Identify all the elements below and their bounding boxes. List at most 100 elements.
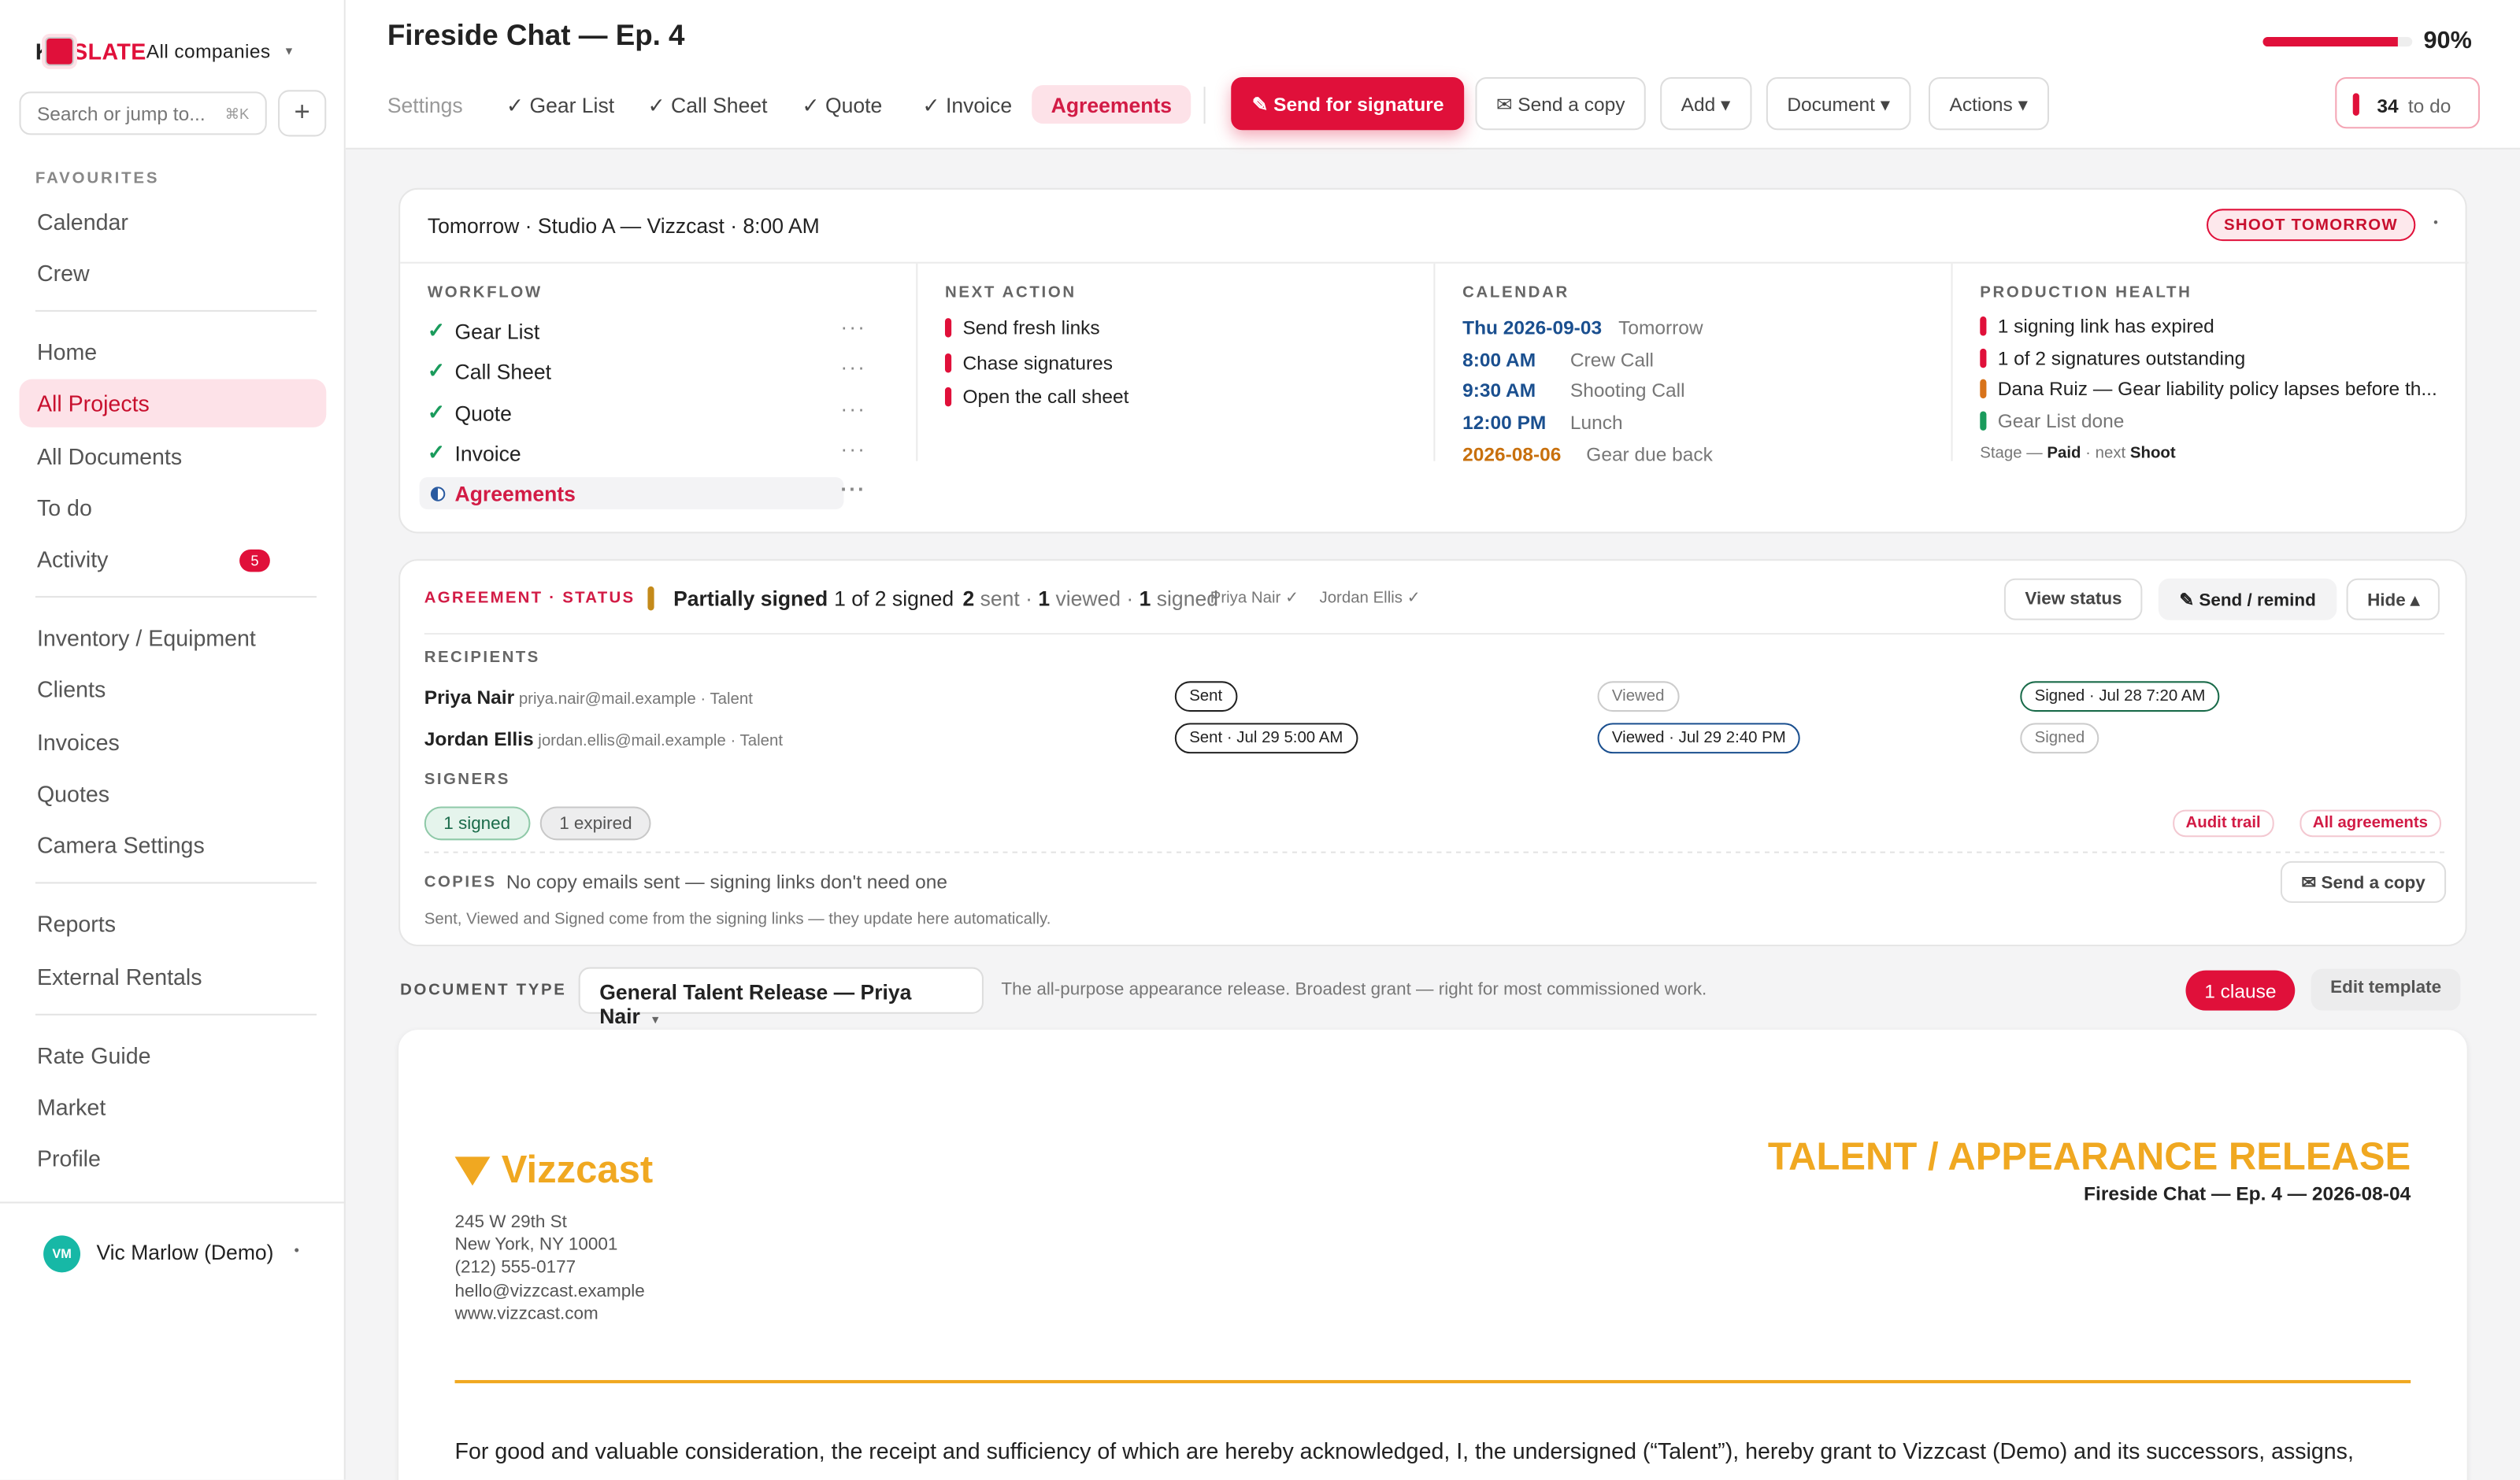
brand[interactable]: KITSLATE All companies ▼ xyxy=(35,36,295,66)
overview-card: Tomorrow · Studio A — Vizzcast · 8:00 AM… xyxy=(398,187,2469,534)
calendar-row: Thu 2026-09-03 Tomorrow xyxy=(1462,316,1703,339)
calendar-row: 8:00 AM Crew Call xyxy=(1462,349,1654,372)
sidebar-item-home[interactable]: Home xyxy=(19,327,326,376)
tab-quote[interactable]: ✓ Quote xyxy=(802,85,882,124)
logo-text: Vizzcast xyxy=(501,1149,654,1193)
next-action-item[interactable]: Open the call sheet xyxy=(944,386,1128,408)
divider xyxy=(424,633,2445,635)
sidebar-item-activity[interactable]: Activity 5 xyxy=(19,535,326,583)
workflow-item-gear-list[interactable]: ✓ Gear List ··· xyxy=(420,315,865,347)
divider xyxy=(35,1013,317,1016)
workflow-item-invoice[interactable]: ✓ Invoice ··· xyxy=(420,437,865,469)
more-icon[interactable]: ··· xyxy=(840,437,866,461)
audit-trail-link[interactable]: Audit trail xyxy=(2173,809,2274,838)
tab-gear-list[interactable]: ✓ Gear List xyxy=(506,85,614,124)
plus-icon[interactable]: + xyxy=(278,90,327,137)
calendar-time: 9:30 AM xyxy=(1462,379,1536,402)
marker-icon xyxy=(944,353,952,373)
calendar-label: Shooting Call xyxy=(1569,379,1685,402)
favourites-heading: FAVOURITES xyxy=(35,170,160,188)
sidebar-item-all-documents[interactable]: All Documents xyxy=(19,432,326,480)
chevron-down-icon[interactable]: ▼ xyxy=(284,46,295,57)
stage-next: Shoot xyxy=(2129,445,2176,463)
document-type-select[interactable]: General Talent Release — Priya Nair ▼ xyxy=(578,967,984,1028)
all-agreements-link[interactable]: All agreements xyxy=(2300,809,2441,838)
sidebar-item-profile[interactable]: Profile xyxy=(19,1134,326,1182)
status-badge[interactable]: SHOOT TOMORROW xyxy=(2206,209,2416,242)
activity-badge: 5 xyxy=(239,549,270,572)
agreement-heading: AGREEMENT · STATUS xyxy=(424,589,636,608)
send-remind-button[interactable]: ✎ Send / remind xyxy=(2158,578,2337,620)
todo-count: 34 xyxy=(2377,94,2399,117)
chevron-down-icon[interactable]: • xyxy=(2433,215,2438,229)
sidebar-item-all-projects[interactable]: All Projects xyxy=(19,379,327,427)
user-menu[interactable]: VM Vic Marlow (Demo) • xyxy=(0,1201,346,1298)
signed-pill[interactable]: 1 signed xyxy=(424,806,530,841)
header: Fireside Chat — Ep. 4 90% Settings ✓ Gea… xyxy=(345,0,2520,150)
address-website: www.vizzcast.com xyxy=(454,1304,598,1324)
more-icon[interactable]: ··· xyxy=(840,315,866,339)
sidebar-item-calendar[interactable]: Calendar xyxy=(19,198,326,246)
tab-invoice[interactable]: ✓ Invoice xyxy=(922,85,1012,124)
workflow-label: Gear List xyxy=(454,320,540,344)
company-switcher[interactable]: All companies xyxy=(146,40,271,63)
progress-bar xyxy=(2262,36,2413,47)
calendar-column: CALENDAR Thu 2026-09-03 Tomorrow 8:00 AM C… xyxy=(1435,263,1953,466)
actions-button[interactable]: Actions ▾ xyxy=(1928,76,2049,131)
next-action-item[interactable]: Send fresh links xyxy=(944,316,1100,339)
tab-agreements[interactable]: Agreements xyxy=(1032,85,1191,124)
more-icon[interactable]: ··· xyxy=(840,397,866,421)
tab-call-sheet[interactable]: ✓ Call Sheet xyxy=(647,85,767,124)
signer-jordan: Jordan Ellis ✓ xyxy=(1319,589,1421,608)
marker-icon xyxy=(1980,411,1987,431)
agreement-count: 1 of 2 signed xyxy=(834,586,954,611)
clause-badge[interactable]: 1 clause xyxy=(2185,970,2296,1011)
sidebar-item-market[interactable]: Market xyxy=(19,1082,326,1130)
document-type-description: The all-purpose appearance release. Broa… xyxy=(1001,979,1707,1000)
send-copy-button[interactable]: ✉ Send a copy xyxy=(2280,860,2447,903)
document-preview: Vizzcast 245 W 29th St New York, NY 1000… xyxy=(398,1030,2467,1480)
sidebar-item-external-rentals[interactable]: External Rentals xyxy=(19,953,326,1001)
next-action-label: Send fresh links xyxy=(962,316,1100,339)
sidebar-item-invoices[interactable]: Invoices xyxy=(19,718,326,766)
send-copy-button[interactable]: ✉ Send a copy xyxy=(1475,76,1647,131)
divider xyxy=(35,882,317,884)
divider xyxy=(35,309,317,312)
sidebar-item-clients[interactable]: Clients xyxy=(19,665,326,713)
document-type-value: General Talent Release — Priya Nair xyxy=(599,979,912,1029)
add-button[interactable]: Add ▾ xyxy=(1660,76,1751,131)
expired-pill[interactable]: 1 expired xyxy=(539,806,652,841)
search-placeholder: Search or jump to... xyxy=(36,102,206,126)
workflow-item-quote[interactable]: ✓ Quote ··· xyxy=(420,397,865,429)
status-badge: Viewed xyxy=(1597,681,1679,712)
health-item: Dana Ruiz — Gear liability policy lapses… xyxy=(1980,378,2437,400)
sidebar-item-to-do[interactable]: To do xyxy=(19,483,326,531)
more-icon[interactable]: • xyxy=(294,1242,298,1258)
workflow-label: Agreements xyxy=(454,482,576,506)
more-icon[interactable]: ··· xyxy=(840,477,866,501)
workflow-item-agreements[interactable]: Agreements ··· xyxy=(419,477,865,509)
progress-fill xyxy=(2262,36,2398,47)
page-title: Fireside Chat — Ep. 4 xyxy=(387,19,685,52)
send-for-signature-button[interactable]: ✎ Send for signature xyxy=(1231,76,1465,131)
edit-template-button[interactable]: Edit template xyxy=(2311,968,2461,1011)
copies-text: No copy emails sent — signing links don'… xyxy=(506,871,947,894)
document-subtitle: Fireside Chat — Ep. 4 — 2026-08-04 xyxy=(2084,1182,2411,1205)
view-status-button[interactable]: View status xyxy=(2003,578,2144,620)
sidebar-item-crew[interactable]: Crew xyxy=(19,249,326,297)
more-icon[interactable]: ··· xyxy=(840,355,866,379)
sidebar-item-quotes[interactable]: Quotes xyxy=(19,770,326,818)
hide-button[interactable]: Hide ▴ xyxy=(2346,578,2440,620)
sidebar-item-rate-guide[interactable]: Rate Guide xyxy=(19,1031,326,1079)
tab-settings[interactable]: Settings xyxy=(387,85,463,124)
sidebar-item-camera-settings[interactable]: Camera Settings xyxy=(19,821,326,869)
todo-button[interactable]: 34 to do xyxy=(2335,76,2480,129)
document-button[interactable]: Document ▾ xyxy=(1766,76,1911,131)
sidebar-item-reports[interactable]: Reports xyxy=(19,900,326,948)
address-email: hello@vizzcast.example xyxy=(454,1281,645,1301)
next-action-item[interactable]: Chase signatures xyxy=(944,352,1113,375)
search-input[interactable]: Search or jump to... ⌘K xyxy=(19,91,267,135)
divider xyxy=(35,596,317,598)
sidebar-item-inventory[interactable]: Inventory / Equipment xyxy=(19,614,326,662)
workflow-item-call-sheet[interactable]: ✓ Call Sheet ··· xyxy=(420,355,865,387)
